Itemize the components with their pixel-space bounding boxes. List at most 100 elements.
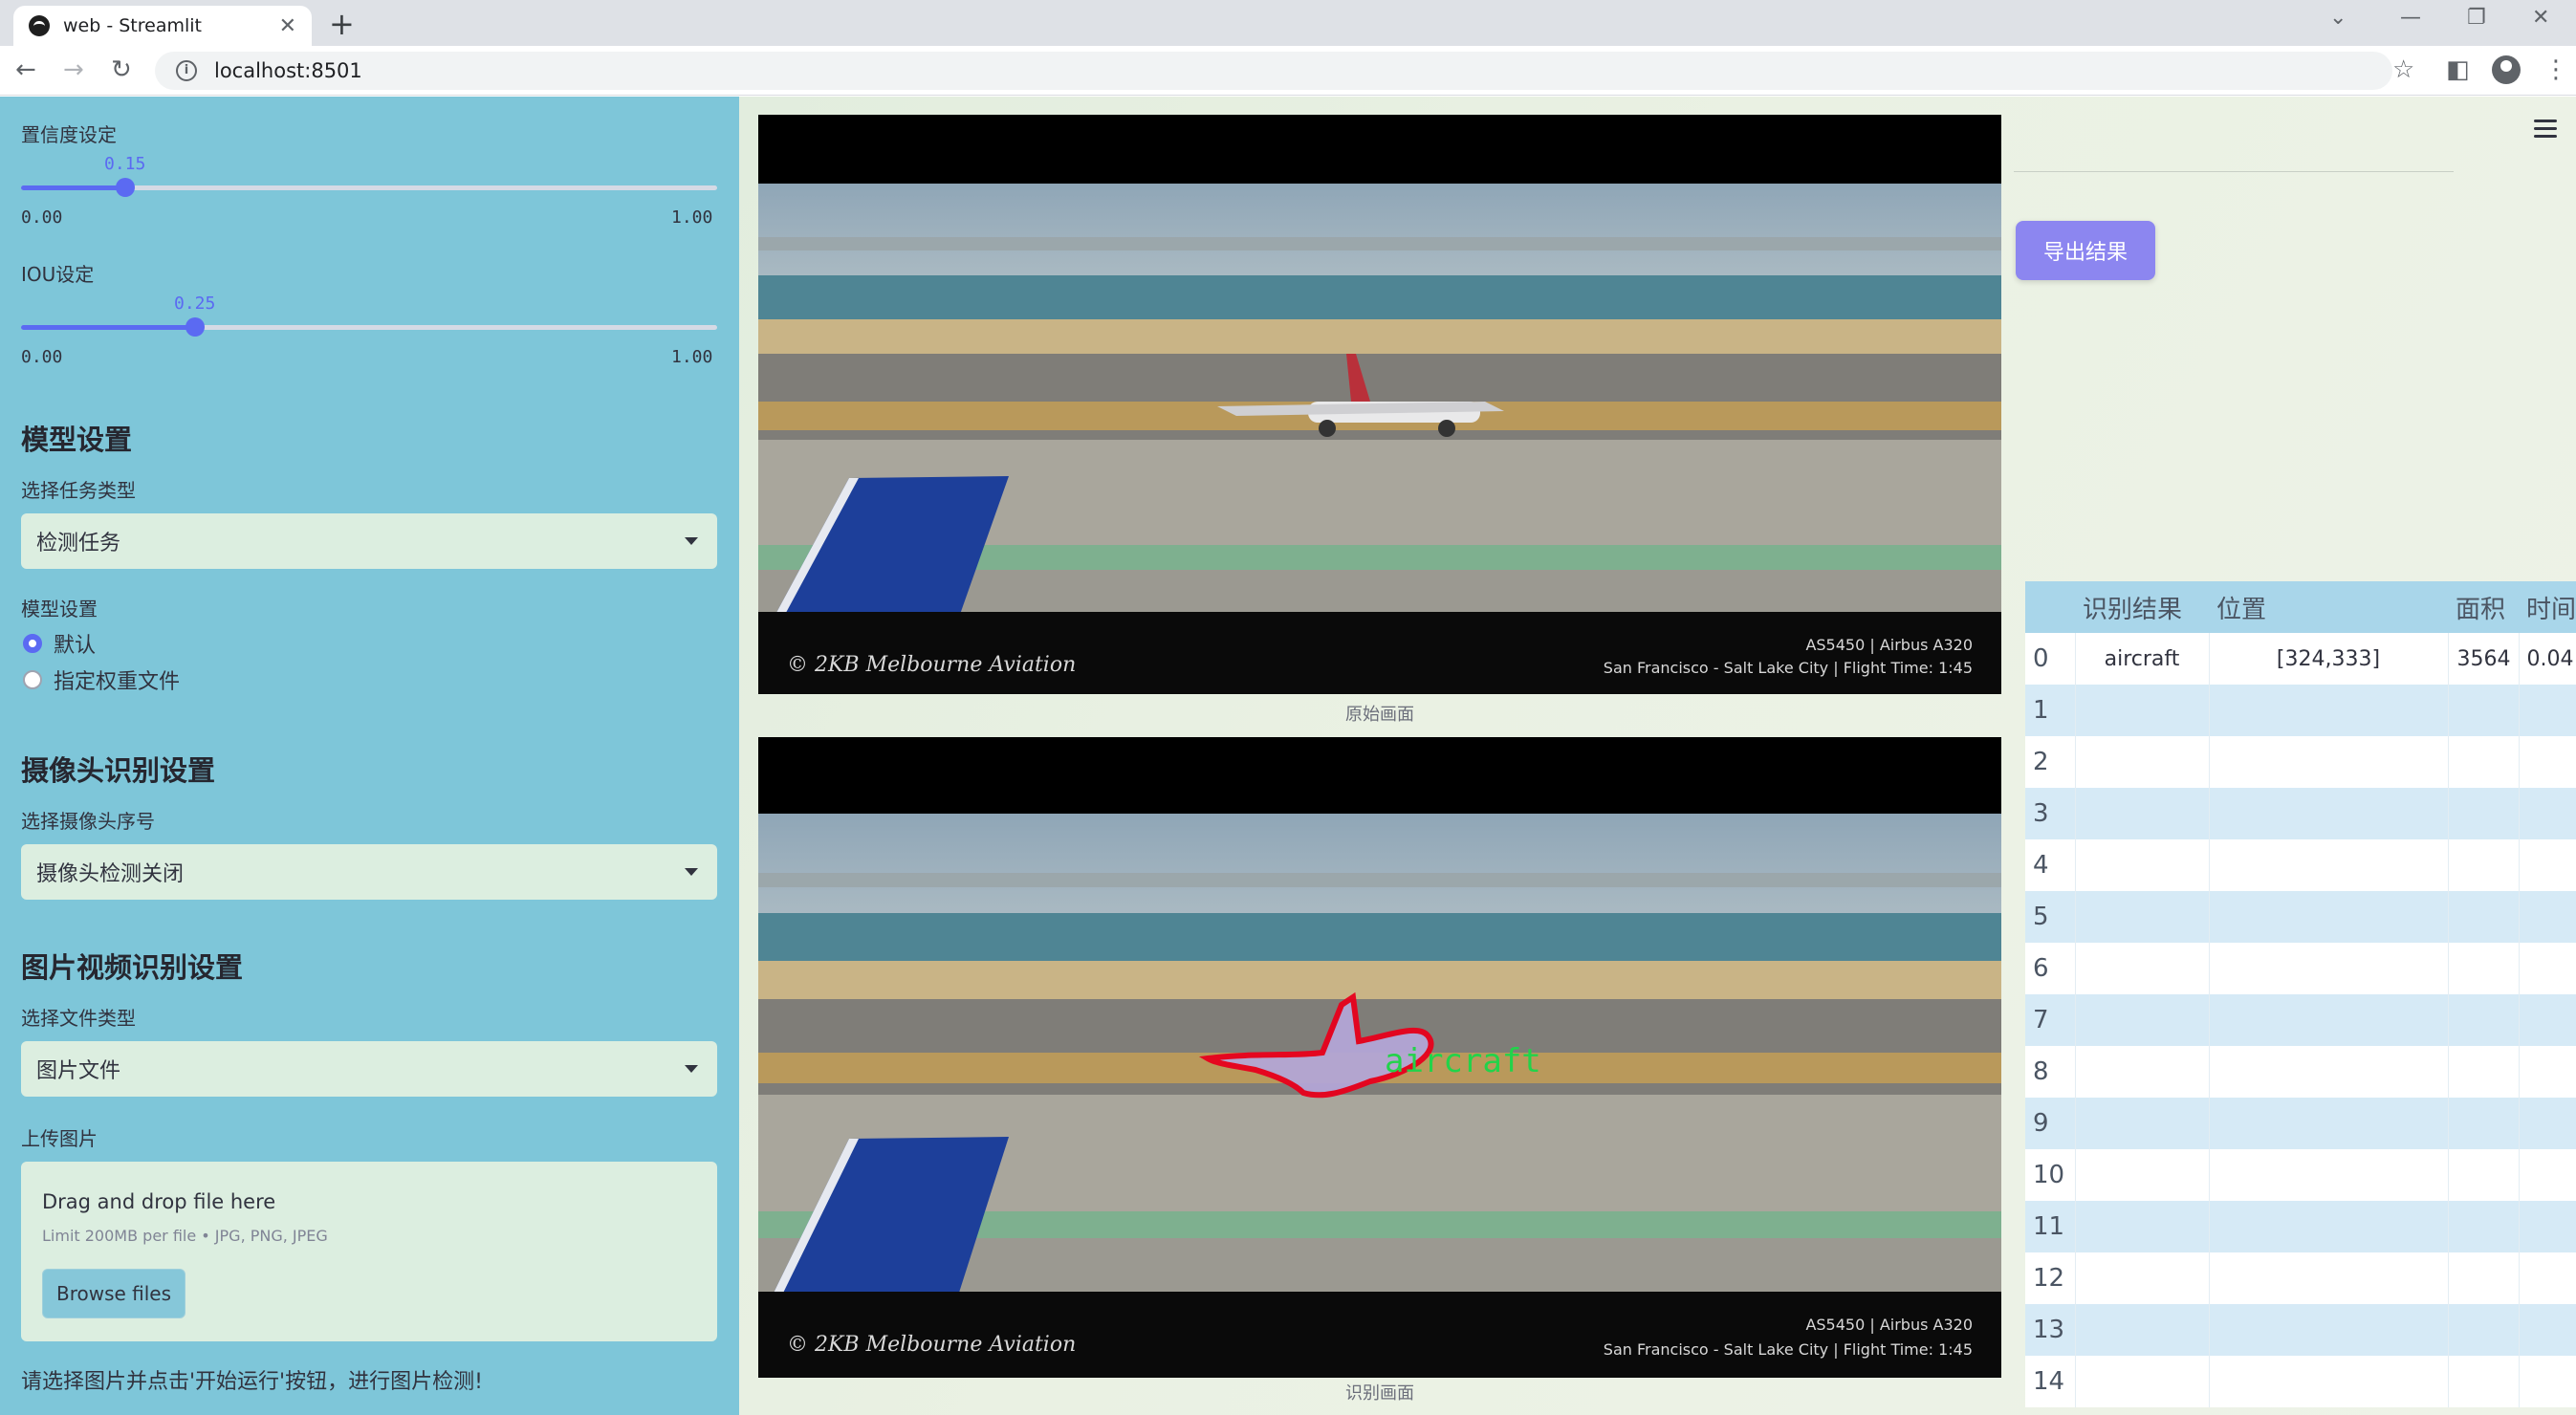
original-caption: 原始画面 [1345, 705, 1414, 725]
table-row[interactable]: 3 [2025, 788, 2576, 839]
detection-image: aircraft © 2KB Melbourne Aviation AS5450… [758, 737, 2001, 1378]
chevron-down-icon [685, 1065, 698, 1073]
side-panel-icon[interactable]: ◧ [2446, 55, 2470, 84]
table-row[interactable]: 12 [2025, 1252, 2576, 1304]
site-info-icon[interactable]: i [176, 60, 197, 81]
row-index: 1 [2025, 685, 2076, 736]
browser-menu-icon[interactable]: ⋮ [2543, 55, 2568, 84]
radio-unselected-icon [23, 670, 42, 689]
forward-icon[interactable]: → [63, 55, 84, 84]
tab-search-icon[interactable]: ⌄ [2329, 6, 2347, 30]
row-index: 5 [2025, 891, 2076, 943]
table-row[interactable]: 9 [2025, 1098, 2576, 1149]
table-row[interactable]: 5 [2025, 891, 2576, 943]
table-cell [2209, 891, 2449, 943]
confidence-slider-thumb[interactable] [116, 178, 135, 197]
iou-slider-thumb[interactable] [186, 317, 205, 337]
streamlit-favicon-icon [29, 15, 50, 36]
file-dropzone[interactable]: Drag and drop file here Limit 200MB per … [21, 1162, 717, 1341]
row-index: 6 [2025, 943, 2076, 994]
table-cell [2448, 1098, 2520, 1149]
table-row[interactable]: 14 [2025, 1356, 2576, 1407]
table-cell [2075, 943, 2210, 994]
row-index: 4 [2025, 839, 2076, 891]
restore-icon[interactable]: ❐ [2467, 6, 2486, 30]
column-header[interactable]: 位置 [2209, 581, 2448, 633]
task-type-select[interactable]: 检测任务 [21, 513, 717, 569]
browser-tab[interactable]: web - Streamlit ✕ [13, 6, 312, 46]
radio-default-label: 默认 [54, 634, 97, 658]
iou-value: 0.25 [174, 294, 216, 314]
chevron-down-icon [685, 868, 698, 876]
back-icon[interactable]: ← [15, 55, 36, 84]
minimize-icon[interactable]: — [2400, 6, 2421, 30]
table-cell [2519, 1356, 2576, 1407]
table-cell [2519, 891, 2576, 943]
new-tab-icon[interactable]: + [329, 6, 355, 42]
row-index: 7 [2025, 994, 2076, 1046]
table-cell [2209, 1252, 2449, 1304]
profile-avatar-icon[interactable] [2492, 55, 2521, 84]
reload-icon[interactable]: ↻ [111, 55, 132, 84]
table-row[interactable]: 6 [2025, 943, 2576, 994]
browse-files-button[interactable]: Browse files [42, 1269, 186, 1318]
file-type-select[interactable]: 图片文件 [21, 1041, 717, 1097]
camera-index-select[interactable]: 摄像头检测关闭 [21, 844, 717, 900]
table-cell [2519, 685, 2576, 736]
table-cell [2209, 1201, 2449, 1252]
table-row[interactable]: 10 [2025, 1149, 2576, 1201]
radio-default[interactable]: 默认 [23, 628, 96, 659]
camera-index-value: 摄像头检测关闭 [36, 862, 185, 886]
confidence-slider-fill [21, 185, 125, 190]
table-row[interactable]: 13 [2025, 1304, 2576, 1356]
table-cell [2448, 685, 2520, 736]
table-cell [2075, 685, 2210, 736]
table-cell [2519, 943, 2576, 994]
table-cell [2519, 1098, 2576, 1149]
table-row[interactable]: 11 [2025, 1201, 2576, 1252]
table-cell [2075, 891, 2210, 943]
radio-custom-label: 指定权重文件 [54, 670, 181, 694]
url-field[interactable]: i localhost:8501 [155, 52, 2392, 90]
column-header[interactable]: 识别结果 [2075, 581, 2209, 633]
table-row[interactable]: 2 [2025, 736, 2576, 788]
table-cell [2519, 1149, 2576, 1201]
bookmark-star-icon[interactable]: ☆ [2392, 55, 2414, 84]
tab-close-icon[interactable]: ✕ [279, 14, 296, 38]
camera-section-heading: 摄像头识别设置 [21, 754, 216, 787]
media-section-heading: 图片视频识别设置 [21, 951, 244, 984]
table-cell [2519, 736, 2576, 788]
address-bar-row: ← → ↻ i localhost:8501 ☆ ◧ ⋮ [0, 46, 2576, 96]
column-header[interactable] [2025, 581, 2075, 633]
column-header[interactable]: 时间 [2519, 581, 2576, 633]
dropzone-limit: Limit 200MB per file • JPG, PNG, JPEG [42, 1227, 328, 1245]
confidence-slider[interactable] [21, 178, 717, 197]
column-header[interactable]: 面积 [2448, 581, 2519, 633]
table-row[interactable]: 8 [2025, 1046, 2576, 1098]
table-row[interactable]: 7 [2025, 994, 2576, 1046]
row-index: 2 [2025, 736, 2076, 788]
hamburger-menu-icon[interactable] [2534, 120, 2557, 142]
window-close-icon[interactable]: ✕ [2532, 6, 2549, 30]
row-index: 8 [2025, 1046, 2076, 1098]
flight-info-line1: AS5450 | Airbus A320 [1805, 636, 1973, 654]
table-cell [2075, 839, 2210, 891]
iou-slider[interactable] [21, 317, 717, 337]
export-results-button[interactable]: 导出结果 [2016, 221, 2155, 280]
table-cell [2075, 1201, 2210, 1252]
radio-custom-weights[interactable]: 指定权重文件 [23, 664, 180, 695]
table-cell [2075, 1252, 2210, 1304]
file-type-value: 图片文件 [36, 1059, 121, 1083]
iou-max: 1.00 [671, 347, 713, 367]
row-index: 11 [2025, 1201, 2076, 1252]
table-row[interactable]: 0 aircraft [324,333] 3564 0.04 [2025, 633, 2576, 685]
table-cell [2209, 839, 2449, 891]
table-cell [2448, 839, 2520, 891]
file-type-label: 选择文件类型 [21, 1007, 136, 1030]
table-row[interactable]: 4 [2025, 839, 2576, 891]
table-row[interactable]: 1 [2025, 685, 2576, 736]
camera-index-label: 选择摄像头序号 [21, 810, 155, 833]
table-cell [2209, 1098, 2449, 1149]
table-cell [2448, 1201, 2520, 1252]
tab-title: web - Streamlit [63, 15, 202, 36]
